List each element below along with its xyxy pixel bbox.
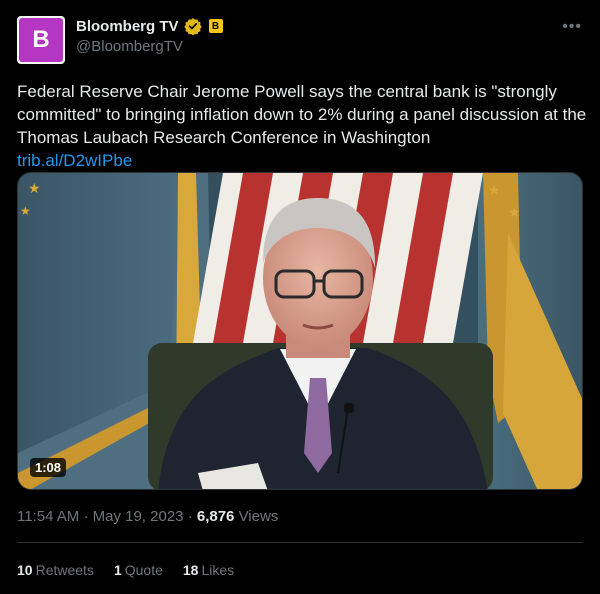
retweets-count: 10 (17, 562, 33, 578)
likes-count: 18 (182, 562, 199, 578)
tweet-link[interactable]: trib.al/D2wIPbe (17, 151, 132, 170)
tweet-time[interactable]: 11:54 AM (17, 508, 79, 525)
svg-text:★: ★ (488, 182, 501, 198)
likes-stat[interactable]: 18 Likes (183, 562, 234, 578)
video-player[interactable]: ★ ★ ★ ★ 1:08 (17, 172, 583, 490)
verified-gold-icon[interactable] (183, 17, 202, 36)
display-name[interactable]: Bloomberg TV (76, 18, 179, 35)
views-count: 6,876 (196, 508, 235, 525)
tweet-body: Federal Reserve Chair Jerome Powell says… (17, 82, 587, 147)
account-name-row: Bloomberg TV B (76, 17, 223, 36)
affiliate-badge[interactable]: B (208, 19, 223, 33)
account-handle[interactable]: @BloombergTV (76, 38, 183, 55)
views-label: Views (238, 508, 279, 525)
video-duration: 1:08 (30, 458, 67, 477)
svg-text:★: ★ (508, 204, 521, 220)
retweets-stat[interactable]: 10 Retweets (17, 562, 94, 578)
meta-separator: · (83, 508, 89, 525)
avatar-letter: B (19, 18, 63, 62)
svg-text:★: ★ (28, 180, 41, 196)
engagement-stats: 10 Retweets 1 Quote 18 Likes (17, 562, 234, 578)
tweet-text: Federal Reserve Chair Jerome Powell says… (17, 80, 587, 172)
tweet-date[interactable]: May 19, 2023 (93, 508, 184, 525)
quotes-stat[interactable]: 1 Quote (114, 562, 163, 578)
retweets-label: Retweets (35, 562, 94, 578)
quotes-label: Quote (124, 562, 163, 578)
more-options-icon[interactable]: ••• (562, 18, 582, 36)
meta-separator-2: · (187, 508, 193, 525)
likes-label: Likes (201, 562, 235, 578)
avatar[interactable]: B (17, 16, 65, 64)
tweet-meta: 11:54 AM · May 19, 2023 · 6,876 Views (17, 508, 278, 525)
video-frame: ★ ★ ★ ★ (18, 173, 582, 489)
quotes-count: 1 (113, 562, 122, 578)
svg-text:★: ★ (20, 204, 31, 218)
divider (17, 542, 583, 543)
